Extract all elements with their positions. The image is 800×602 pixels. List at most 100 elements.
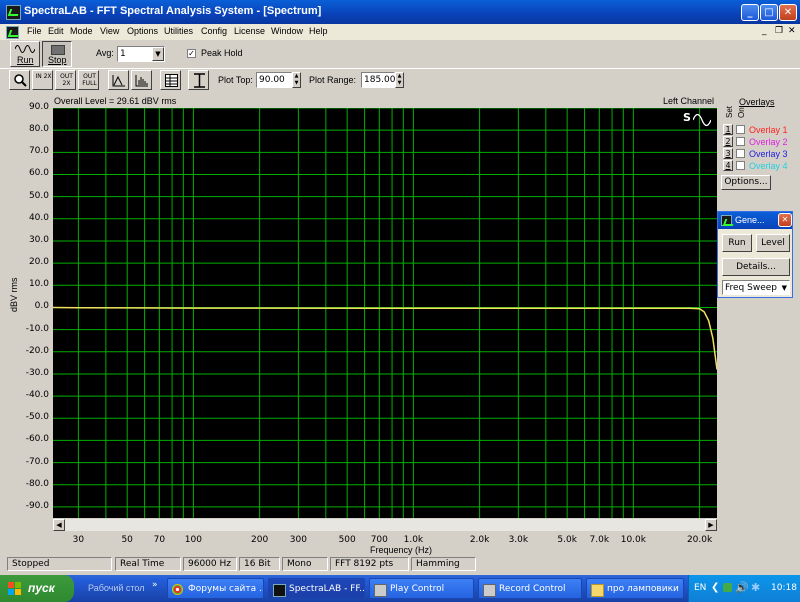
- zoom-out-full-button[interactable]: OUT FULL: [78, 70, 99, 90]
- network-icon[interactable]: [723, 583, 732, 592]
- document-icon[interactable]: [6, 26, 19, 39]
- horizontal-scrollbar[interactable]: ◀ ▶: [53, 519, 717, 531]
- overlay-checkbox-4[interactable]: [736, 161, 745, 170]
- overlay-set-button-2[interactable]: 2: [723, 136, 733, 147]
- magnifier-icon: [14, 74, 27, 87]
- menu-bar: File Edit Mode View Options Utilities Co…: [0, 24, 800, 40]
- overlay-set-button-4[interactable]: 4: [723, 160, 733, 171]
- volume-icon[interactable]: 🔊: [735, 581, 749, 594]
- x-tick-label: 500: [338, 535, 356, 545]
- menu-file[interactable]: File: [27, 26, 42, 36]
- chevron-down-icon[interactable]: ▼: [152, 47, 164, 61]
- task-play-control[interactable]: Play Control: [369, 578, 474, 599]
- peak-hold-label: Peak Hold: [201, 48, 243, 58]
- data-table-button[interactable]: [160, 70, 181, 90]
- bar-graph-button[interactable]: [131, 70, 152, 90]
- menu-config[interactable]: Config: [201, 26, 227, 36]
- peak-hold-checkbox[interactable]: ✓: [187, 49, 196, 58]
- close-button[interactable]: ✕: [779, 4, 797, 21]
- overlay-label-1: Overlay 1: [749, 125, 788, 135]
- overlay-set-button-1[interactable]: 1: [723, 124, 733, 135]
- task-record-control[interactable]: Record Control: [478, 578, 582, 599]
- scroll-left-icon[interactable]: ◀: [53, 519, 65, 531]
- bluetooth-icon[interactable]: ✱: [751, 581, 760, 594]
- task-spectralab[interactable]: SpectraLAB - FF...: [268, 578, 365, 599]
- generator-title-bar: Gene... ✕: [718, 212, 792, 229]
- zoom-button[interactable]: [9, 70, 30, 90]
- menu-edit[interactable]: Edit: [48, 26, 64, 36]
- generator-details-button[interactable]: Details...: [722, 258, 790, 276]
- plot-top-input[interactable]: 90.00: [256, 72, 292, 88]
- stop-icon: [51, 45, 65, 55]
- x-tick-label: 1.0k: [403, 535, 424, 545]
- task-forums[interactable]: Форумы сайта ...: [167, 578, 264, 599]
- overlay-checkbox-3[interactable]: [736, 149, 745, 158]
- sine-wave-icon[interactable]: S: [681, 111, 713, 129]
- maximize-button[interactable]: □: [760, 4, 778, 21]
- y-tick-label: 0.0: [34, 301, 49, 312]
- status-window-function: Hamming: [411, 557, 476, 571]
- menu-utilities[interactable]: Utilities: [164, 26, 193, 36]
- cursor-button[interactable]: [188, 70, 209, 90]
- overlay-label-4: Overlay 4: [749, 161, 788, 171]
- line-graph-button[interactable]: [108, 70, 129, 90]
- overlay-checkbox-1[interactable]: [736, 125, 745, 134]
- stop-button[interactable]: Stop: [42, 41, 72, 67]
- plot-top-spinner[interactable]: ▲ ▼: [292, 72, 301, 88]
- quick-launch-desktop[interactable]: Рабочий стол: [88, 583, 145, 593]
- status-channels: Mono: [282, 557, 328, 571]
- zoom-out-2x-button[interactable]: OUT 2X: [55, 70, 76, 90]
- mdi-close-button[interactable]: ✕: [788, 26, 796, 36]
- generator-mode-select[interactable]: Freq Sweep ▼: [722, 280, 790, 295]
- quick-launch-chevron-icon[interactable]: »: [152, 580, 158, 590]
- tray-expand-icon[interactable]: ❮: [711, 582, 719, 593]
- y-tick-label: 10.0: [28, 279, 49, 290]
- plot-range-spinner[interactable]: ▲ ▼: [395, 72, 404, 88]
- table-icon: [165, 74, 178, 87]
- y-tick-label: -60.0: [25, 434, 49, 445]
- y-tick-label: 80.0: [28, 124, 49, 135]
- task-folder[interactable]: про ламповики: [586, 578, 684, 599]
- x-tick-label: 2.0k: [469, 535, 490, 545]
- y-tick-label: -10.0: [25, 323, 49, 334]
- x-axis-label: Frequency (Hz): [370, 545, 433, 555]
- menu-help[interactable]: Help: [309, 26, 328, 36]
- x-tick-label: 10.0k: [620, 535, 646, 545]
- mdi-minimize-button[interactable]: _: [762, 26, 767, 36]
- y-tick-label: -50.0: [25, 412, 49, 423]
- start-button[interactable]: пуск: [0, 575, 74, 602]
- overlay-set-button-3[interactable]: 3: [723, 148, 733, 159]
- menu-mode[interactable]: Mode: [70, 26, 93, 36]
- x-tick-label: 700: [370, 535, 388, 545]
- menu-options[interactable]: Options: [127, 26, 158, 36]
- minimize-button[interactable]: _: [741, 4, 759, 21]
- plot-range-input[interactable]: 185.00: [361, 72, 396, 88]
- chevron-down-icon[interactable]: ▼: [782, 281, 787, 295]
- y-tick-label: 40.0: [28, 212, 49, 223]
- x-tick-label: 5.0k: [557, 535, 577, 545]
- menu-view[interactable]: View: [100, 26, 119, 36]
- run-button[interactable]: Run: [10, 41, 40, 67]
- generator-level-button[interactable]: Level: [756, 234, 790, 252]
- y-tick-label: 50.0: [28, 190, 49, 201]
- generator-icon: [721, 215, 732, 226]
- generator-run-button[interactable]: Run: [722, 234, 752, 252]
- mdi-restore-button[interactable]: ❐: [775, 26, 783, 36]
- spectrum-plot[interactable]: S: [53, 108, 717, 518]
- avg-select[interactable]: 1 ▼: [117, 46, 165, 62]
- y-tick-label: 70.0: [28, 146, 49, 157]
- menu-window[interactable]: Window: [271, 26, 303, 36]
- overlay-checkbox-2[interactable]: [736, 137, 745, 146]
- title-bar: SpectraLAB - FFT Spectral Analysis Syste…: [0, 0, 800, 24]
- zoom-in-2x-button[interactable]: IN 2X: [32, 70, 53, 90]
- overall-level: Overall Level = 29.61 dBV rms: [54, 96, 177, 106]
- scroll-right-icon[interactable]: ▶: [705, 519, 717, 531]
- line-graph-icon: [112, 75, 125, 87]
- y-tick-label: 90.0: [28, 102, 49, 112]
- y-tick-label: -40.0: [25, 390, 49, 401]
- clock[interactable]: 10:18: [771, 583, 797, 593]
- language-indicator[interactable]: EN: [694, 583, 706, 593]
- overlay-options-button[interactable]: Options...: [721, 175, 771, 190]
- generator-close-button[interactable]: ✕: [778, 213, 792, 227]
- menu-license[interactable]: License: [234, 26, 265, 36]
